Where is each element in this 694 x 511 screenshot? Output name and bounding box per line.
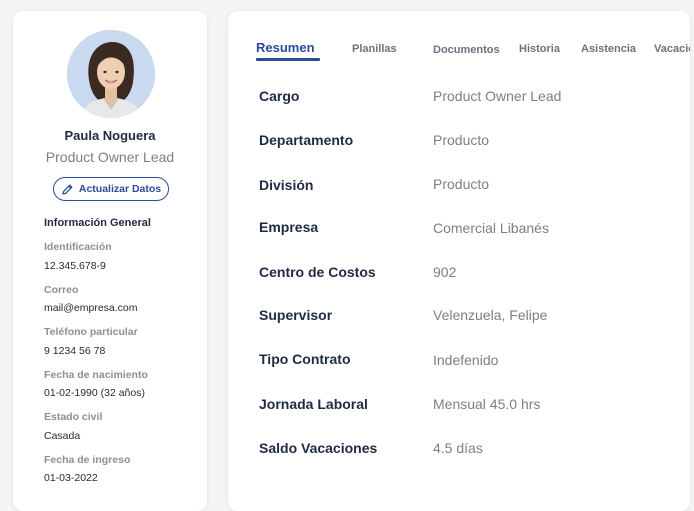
summary-label-departamento: Departamento	[259, 132, 354, 148]
summary-value-supervisor: Velenzuela, Felipe	[433, 307, 548, 323]
summary-value-division: Producto	[433, 176, 490, 192]
phone-label: Teléfono particular	[44, 326, 138, 338]
tab-resumen[interactable]: Resumen	[256, 40, 315, 55]
employee-name: Paula Noguera	[64, 128, 156, 143]
summary-label-supervisor: Supervisor	[259, 307, 333, 323]
update-data-label: Actualizar Datos	[78, 183, 162, 195]
general-info-title: Información General	[44, 217, 151, 229]
email-value: mail@empresa.com	[44, 302, 138, 314]
summary-label-centro-costos: Centro de Costos	[259, 264, 376, 280]
start-date-value: 01-03-2022	[44, 472, 98, 484]
avatar-portrait	[67, 30, 155, 118]
summary-label-division: División	[259, 177, 314, 193]
pencil-icon	[62, 184, 73, 195]
summary-value-saldo-vacaciones: 4.5 días	[433, 440, 483, 456]
birthdate-label: Fecha de nacimiento	[44, 369, 148, 381]
employee-role: Product Owner Lead	[45, 149, 175, 165]
avatar	[67, 30, 155, 118]
summary-label-empresa: Empresa	[259, 219, 319, 235]
birthdate-value: 01-02-1990 (32 años)	[44, 387, 145, 399]
summary-value-cargo: Product Owner Lead	[433, 88, 562, 104]
active-tab-indicator	[256, 58, 320, 61]
summary-value-empresa: Comercial Libanés	[433, 220, 549, 236]
summary-value-centro-costos: 902	[433, 264, 457, 280]
id-label: Identificación	[44, 241, 112, 253]
summary-label-tipo-contrato: Tipo Contrato	[259, 351, 351, 367]
update-data-button[interactable]: Actualizar Datos	[53, 177, 169, 201]
civil-status-value: Casada	[44, 430, 81, 442]
tab-historia[interactable]: Historia	[519, 43, 560, 55]
summary-label-saldo-vacaciones: Saldo Vacaciones	[259, 440, 378, 456]
summary-value-jornada: Mensual 45.0 hrs	[433, 396, 541, 412]
phone-value: 9 1234 56 78	[44, 345, 106, 357]
tab-bar: Resumen Planillas Documentos Historia As…	[256, 37, 690, 65]
email-label: Correo	[44, 284, 79, 296]
summary-value-departamento: Producto	[433, 132, 490, 148]
summary-label-cargo: Cargo	[259, 88, 300, 104]
summary-label-jornada: Jornada Laboral	[259, 396, 368, 412]
tab-asistencia[interactable]: Asistencia	[581, 43, 636, 55]
detail-card: Resumen Planillas Documentos Historia As…	[228, 11, 690, 511]
civil-status-label: Estado civil	[44, 411, 103, 423]
tab-documentos[interactable]: Documentos	[433, 44, 500, 56]
profile-card: Paula Noguera Product Owner Lead Actuali…	[13, 11, 207, 511]
tab-planillas[interactable]: Planillas	[352, 43, 397, 55]
id-value: 12.345.678-9	[44, 260, 106, 272]
summary-value-tipo-contrato: Indefenido	[433, 352, 499, 368]
tab-vacaciones[interactable]: Vacaciones	[654, 43, 690, 55]
start-date-label: Fecha de ingreso	[44, 454, 131, 466]
